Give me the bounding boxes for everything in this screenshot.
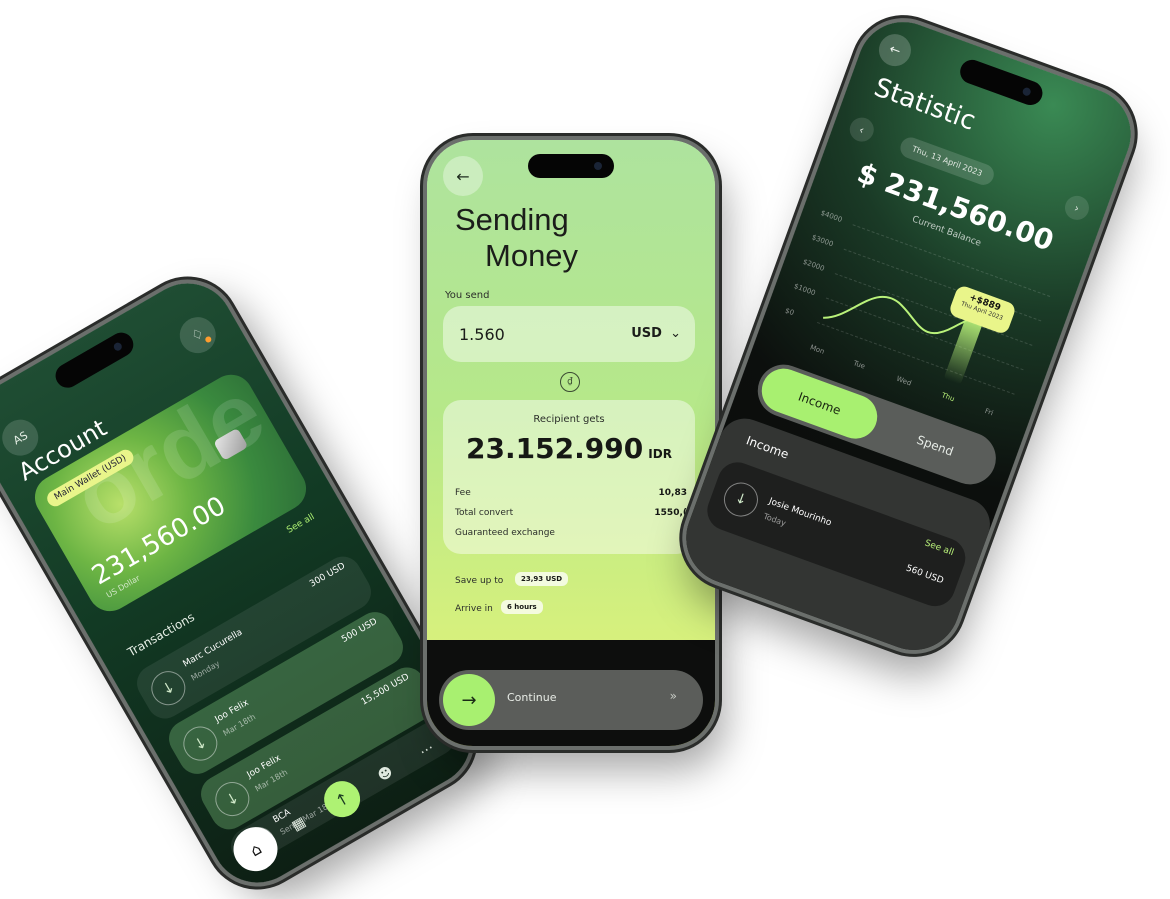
total-convert-label: Total convert xyxy=(455,508,514,518)
double-chevron-right-icon: » xyxy=(669,689,677,703)
back-button[interactable]: ← xyxy=(443,156,483,196)
save-label: Save up to xyxy=(455,576,504,586)
send-amount-field[interactable]: 1.560 USD ⌄ xyxy=(443,306,695,362)
currency-select[interactable]: USD ⌄ xyxy=(631,326,681,341)
dynamic-island xyxy=(528,154,614,178)
notification-dot-icon xyxy=(204,335,213,344)
see-all-link[interactable]: See all xyxy=(285,512,316,536)
income-amount: 560 USD xyxy=(904,563,945,587)
save-badge: 23,93 USD xyxy=(515,572,569,586)
wallet-label: Main Wallet xyxy=(52,467,103,503)
arrow-left-icon: ← xyxy=(456,166,470,186)
page-title-line2: Money xyxy=(485,238,579,273)
send-amount: 1.560 xyxy=(459,325,505,344)
arrow-down-icon: ↓ xyxy=(145,664,192,712)
home-icon[interactable]: ⌂ xyxy=(225,819,286,880)
continue-label: Continue xyxy=(507,691,557,704)
chevron-down-icon: ⌄ xyxy=(670,326,681,341)
y-tick: $1000 xyxy=(792,282,817,298)
x-tick: Mon xyxy=(808,343,826,356)
tab-income-label: Income xyxy=(796,389,843,418)
y-tick: $4000 xyxy=(819,208,844,224)
notification-button[interactable]: ♢ xyxy=(173,310,223,360)
arrow-down-icon: ↓ xyxy=(177,720,224,767)
wallet-card[interactable]: Main Wallet (USD) 231,560.00 US Dollar xyxy=(26,366,315,620)
income-date: Today xyxy=(762,511,788,528)
x-tick: Thu xyxy=(940,391,956,404)
calendar-icon[interactable]: ▦ xyxy=(277,802,321,846)
arrow-down-icon: ↓ xyxy=(209,775,256,823)
list-item[interactable]: ↓ Josie Mourinho Today See all 560 USD xyxy=(701,456,971,612)
section-title: Income xyxy=(744,433,791,462)
transaction-amount: 300 USD xyxy=(308,561,348,590)
arrive-badge: 6 hours xyxy=(501,600,543,614)
x-tick: Tue xyxy=(852,359,867,371)
account-phone: AS ♢ Account Main Wallet (USD) 231,560.0… xyxy=(0,266,488,899)
dynamic-island xyxy=(50,328,138,393)
tab-spend-label: Spend xyxy=(914,432,956,459)
recipient-label: Recipient gets xyxy=(533,414,605,425)
statistic-phone: ← Statistic ‹ Thu, 13 April 2023 › $ 231… xyxy=(673,9,1144,663)
guaranteed-exchange-label: Guaranteed exchange xyxy=(455,528,555,538)
arrow-right-icon[interactable]: → xyxy=(443,674,495,726)
wallet-badge: USD xyxy=(103,455,126,474)
you-send-label: You send xyxy=(445,290,490,301)
page-title: Statistic xyxy=(870,72,980,137)
next-date-button[interactable]: › xyxy=(1061,192,1093,224)
dynamic-island xyxy=(956,56,1046,109)
y-tick: $3000 xyxy=(810,233,835,249)
arrow-down-icon: ↓ xyxy=(719,477,763,522)
swap-icon[interactable]: ₫ xyxy=(560,372,580,392)
recipient-panel: Recipient gets 23.152.990 IDR Fee 10,83 … xyxy=(443,400,695,554)
y-tick: $0 xyxy=(783,306,796,318)
avatar-initials: AS xyxy=(10,428,30,447)
recipient-currency: IDR xyxy=(648,447,672,461)
x-tick: Wed xyxy=(895,374,913,388)
sending-money-phone: ← Sending Money You send 1.560 USD ⌄ ₫ R… xyxy=(427,140,715,746)
users-icon[interactable]: ☻ xyxy=(364,752,408,796)
transaction-amount: 500 USD xyxy=(340,616,380,645)
arrow-left-icon: ← xyxy=(887,41,903,60)
currency-label: USD xyxy=(631,326,662,341)
fee-label: Fee xyxy=(455,488,471,498)
x-tick: Fri xyxy=(983,406,995,418)
y-tick: $2000 xyxy=(801,257,826,273)
bell-icon: ♢ xyxy=(188,325,208,346)
page-title-line1: Sending xyxy=(455,202,569,237)
card-balance: 231,560.00 xyxy=(87,490,231,592)
prev-date-button[interactable]: ‹ xyxy=(846,114,878,145)
send-icon[interactable]: ↑ xyxy=(317,774,367,824)
back-button[interactable]: ← xyxy=(874,29,916,71)
fee-value: 10,83 xyxy=(658,488,687,498)
arrive-label: Arrive in xyxy=(455,604,493,614)
total-convert-value: 1550,( xyxy=(654,508,687,518)
see-all-link[interactable]: See all xyxy=(923,538,955,558)
recipient-amount: 23.152.990 xyxy=(466,432,644,465)
card-chip-icon xyxy=(213,427,249,461)
recipient-amount-row: 23.152.990 IDR xyxy=(443,432,695,465)
continue-slider[interactable]: → Continue » xyxy=(439,670,703,730)
